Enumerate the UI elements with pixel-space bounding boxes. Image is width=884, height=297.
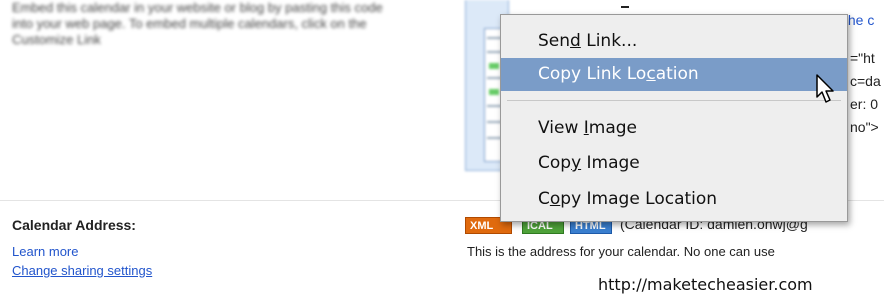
menu-item-send-link[interactable]: Send Link... (501, 25, 847, 58)
mouse-pointer-icon (816, 74, 834, 103)
menu-item-copy-link-location[interactable]: Copy Link Location (501, 58, 847, 91)
menu-item-copy-image-location[interactable]: Copy Image Location (501, 183, 847, 216)
watermark: http://maketecheasier.com (598, 275, 813, 294)
embed-code-line-1: ="ht (850, 50, 875, 66)
menu-item-copy-image[interactable]: Copy Image (501, 147, 847, 180)
calendar-address-label: Calendar Address: (12, 217, 136, 233)
menu-separator (507, 100, 841, 101)
embed-code-line-3: er: 0 (850, 96, 879, 112)
menu-item-view-image[interactable]: View Image (501, 112, 847, 145)
context-menu: Send Link... Copy Link Location View Ima… (500, 14, 848, 222)
embed-code-line-4: no"> (850, 119, 879, 135)
embed-code-line-2: c=da (850, 73, 881, 89)
change-sharing-settings-link[interactable]: Change sharing settings (12, 263, 152, 278)
text-fragment-mark (621, 6, 629, 8)
calendar-address-description: This is the address for your calendar. N… (467, 244, 775, 259)
learn-more-link[interactable]: Learn more (12, 244, 78, 259)
embed-description: Embed this calendar in your website or b… (12, 0, 383, 47)
customize-link-fragment[interactable]: the c (844, 12, 874, 28)
